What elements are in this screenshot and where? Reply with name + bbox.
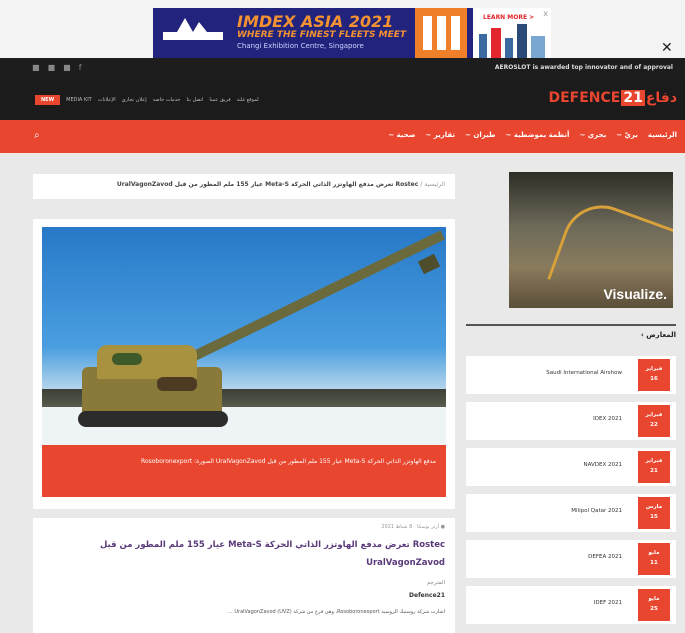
nav-item-aviation[interactable]: طيران ~ — [465, 131, 495, 139]
ad-cta[interactable]: LEARN MORE > — [483, 14, 534, 21]
event-item[interactable]: مارس 15 Milipol Qatar 2021 — [466, 494, 676, 532]
article-card: ● أرثر بوسكا · 8 شباط 2021 Rostec تعرض م… — [33, 518, 455, 633]
featured-card: مدفع الهاوتزر الذاتي الحركة Meta-S عيار … — [33, 219, 455, 509]
page: IMDEX ASIA 2021 WHERE THE FINEST FLEETS … — [0, 0, 685, 633]
site-logo[interactable]: DEFENCE 21 دفاع — [548, 90, 677, 106]
close-icon[interactable]: ✕ — [661, 40, 673, 56]
header-link-ads[interactable]: الإعلانات — [98, 97, 116, 103]
header-link-language[interactable]: لموقع غلبة — [237, 97, 259, 103]
muzzle-brake — [417, 253, 441, 275]
event-date-badge: فبراير 22 — [638, 405, 670, 437]
breadcrumb: الرئيسية / Rostec تعرض مدفع الهاوتزر الذ… — [33, 174, 455, 199]
event-date-badge: مايو 25 — [638, 589, 670, 621]
rss-icon[interactable]: ■ — [32, 63, 40, 72]
featured-image[interactable] — [42, 227, 446, 445]
logo-number: 21 — [621, 90, 645, 106]
ad-close-mini-icon[interactable]: x — [543, 9, 548, 18]
nav-item-home[interactable]: الرئيسية — [648, 131, 677, 139]
article-title[interactable]: Rostec تعرض مدفع الهاوتزر الذاتي الحركة … — [43, 536, 445, 572]
header-link-media-kit[interactable]: MEDIA KIT — [66, 97, 92, 103]
event-name: IDEF 2021 — [593, 600, 622, 606]
header-link-team[interactable]: فريق عمنا — [209, 97, 230, 103]
article-snippet: أشارت شركة روستيك الروسية Rosoboronexpor… — [228, 609, 445, 615]
sidebar-section-title[interactable]: المعارض › — [641, 331, 676, 339]
nav-item-land[interactable]: بريّ ~ — [616, 131, 638, 139]
tank-tracks — [78, 411, 228, 427]
header-link-services[interactable]: خدمات خاصة — [153, 97, 181, 103]
event-date-badge: فبراير 21 — [638, 451, 670, 483]
ad-banner[interactable]: IMDEX ASIA 2021 WHERE THE FINEST FLEETS … — [153, 8, 551, 58]
image-caption: مدفع الهاوتزر الذاتي الحركة Meta-S عيار … — [42, 445, 446, 497]
ad-visualize-text: Visualize. — [603, 286, 667, 302]
howitzer-barrel — [179, 230, 445, 367]
event-date-badge: فبراير 16 — [638, 359, 670, 391]
ad-title: IMDEX ASIA 2021 — [237, 12, 394, 31]
breadcrumb-home[interactable]: الرئيسية / — [420, 181, 445, 188]
event-item[interactable]: مايو 11 DEFEA 2021 — [466, 540, 676, 578]
header-links: NEW MEDIA KIT الإعلانات إعلان تجاري خدما… — [35, 95, 259, 105]
nav-item-naval[interactable]: بحري ~ — [579, 131, 606, 139]
ad-tagline: WHERE THE FINEST FLEETS MEET — [237, 30, 407, 40]
ad-m-logo — [415, 8, 467, 58]
event-name: NAVDEX 2021 — [583, 462, 622, 468]
camo-patch — [157, 377, 197, 391]
event-date-badge: مارس 15 — [638, 497, 670, 529]
nav-item-reports[interactable]: تقارير ~ — [425, 131, 455, 139]
youtube-icon[interactable]: ■ — [48, 63, 56, 72]
ad-banner-area: IMDEX ASIA 2021 WHERE THE FINEST FLEETS … — [0, 0, 685, 58]
new-badge: NEW — [35, 95, 61, 105]
header-link-commercial[interactable]: إعلان تجاري — [122, 97, 147, 103]
main-nav: ⌕ الرئيسية بريّ ~ بحري ~ أنظمة بموضطية ~… — [0, 120, 685, 153]
ship-logo-icon — [163, 18, 223, 40]
logo-text-ar: دفاع — [645, 90, 677, 106]
nav-item-health[interactable]: صحية ~ — [388, 131, 415, 139]
translator-label: المترجم — [426, 580, 445, 586]
event-name: DEFEA 2021 — [588, 554, 622, 560]
event-item[interactable]: مايو 25 IDEF 2021 — [466, 586, 676, 624]
facebook-icon[interactable]: f — [79, 63, 82, 72]
event-name: Milipol Qatar 2021 — [571, 508, 622, 514]
event-item[interactable]: فبراير 21 NAVDEX 2021 — [466, 448, 676, 486]
search-icon[interactable]: ⌕ — [34, 130, 40, 141]
event-item[interactable]: فبراير 22 IDEX 2021 — [466, 402, 676, 440]
article-author[interactable]: Defence21 — [43, 592, 445, 599]
sidebar-divider — [466, 324, 676, 326]
twitter-icon[interactable]: ■ — [63, 63, 71, 72]
header-link-contact[interactable]: اتصل بنا — [186, 97, 203, 103]
event-date-badge: مايو 11 — [638, 543, 670, 575]
ad-location: Changi Exhibition Centre, Singapore — [237, 42, 364, 50]
top-bar: ■ ■ ■ f AEROSLOT is awarded top innovato… — [0, 58, 685, 80]
event-name: Saudi International Airshow — [546, 370, 622, 376]
sidebar-ad[interactable]: Visualize. — [509, 172, 673, 308]
nav-menu: الرئيسية بريّ ~ بحري ~ أنظمة بموضطية ~ ط… — [388, 131, 677, 139]
nav-item-systems[interactable]: أنظمة بموضطية ~ — [506, 131, 570, 139]
social-links: ■ ■ ■ f — [32, 63, 82, 72]
event-name: IDEX 2021 — [593, 416, 622, 422]
breadcrumb-current: Rostec تعرض مدفع الهاوتزر الذاتي الحركة … — [116, 181, 419, 188]
article-meta: ● أرثر بوسكا · 8 شباط 2021 — [381, 524, 445, 530]
camo-patch — [112, 353, 142, 365]
news-ticker[interactable]: AEROSLOT is awarded top innovator and of… — [495, 64, 673, 71]
logo-text-en: DEFENCE — [548, 90, 621, 106]
event-item[interactable]: فبراير 16 Saudi International Airshow — [466, 356, 676, 394]
site-header: NEW MEDIA KIT الإعلانات إعلان تجاري خدما… — [0, 80, 685, 120]
